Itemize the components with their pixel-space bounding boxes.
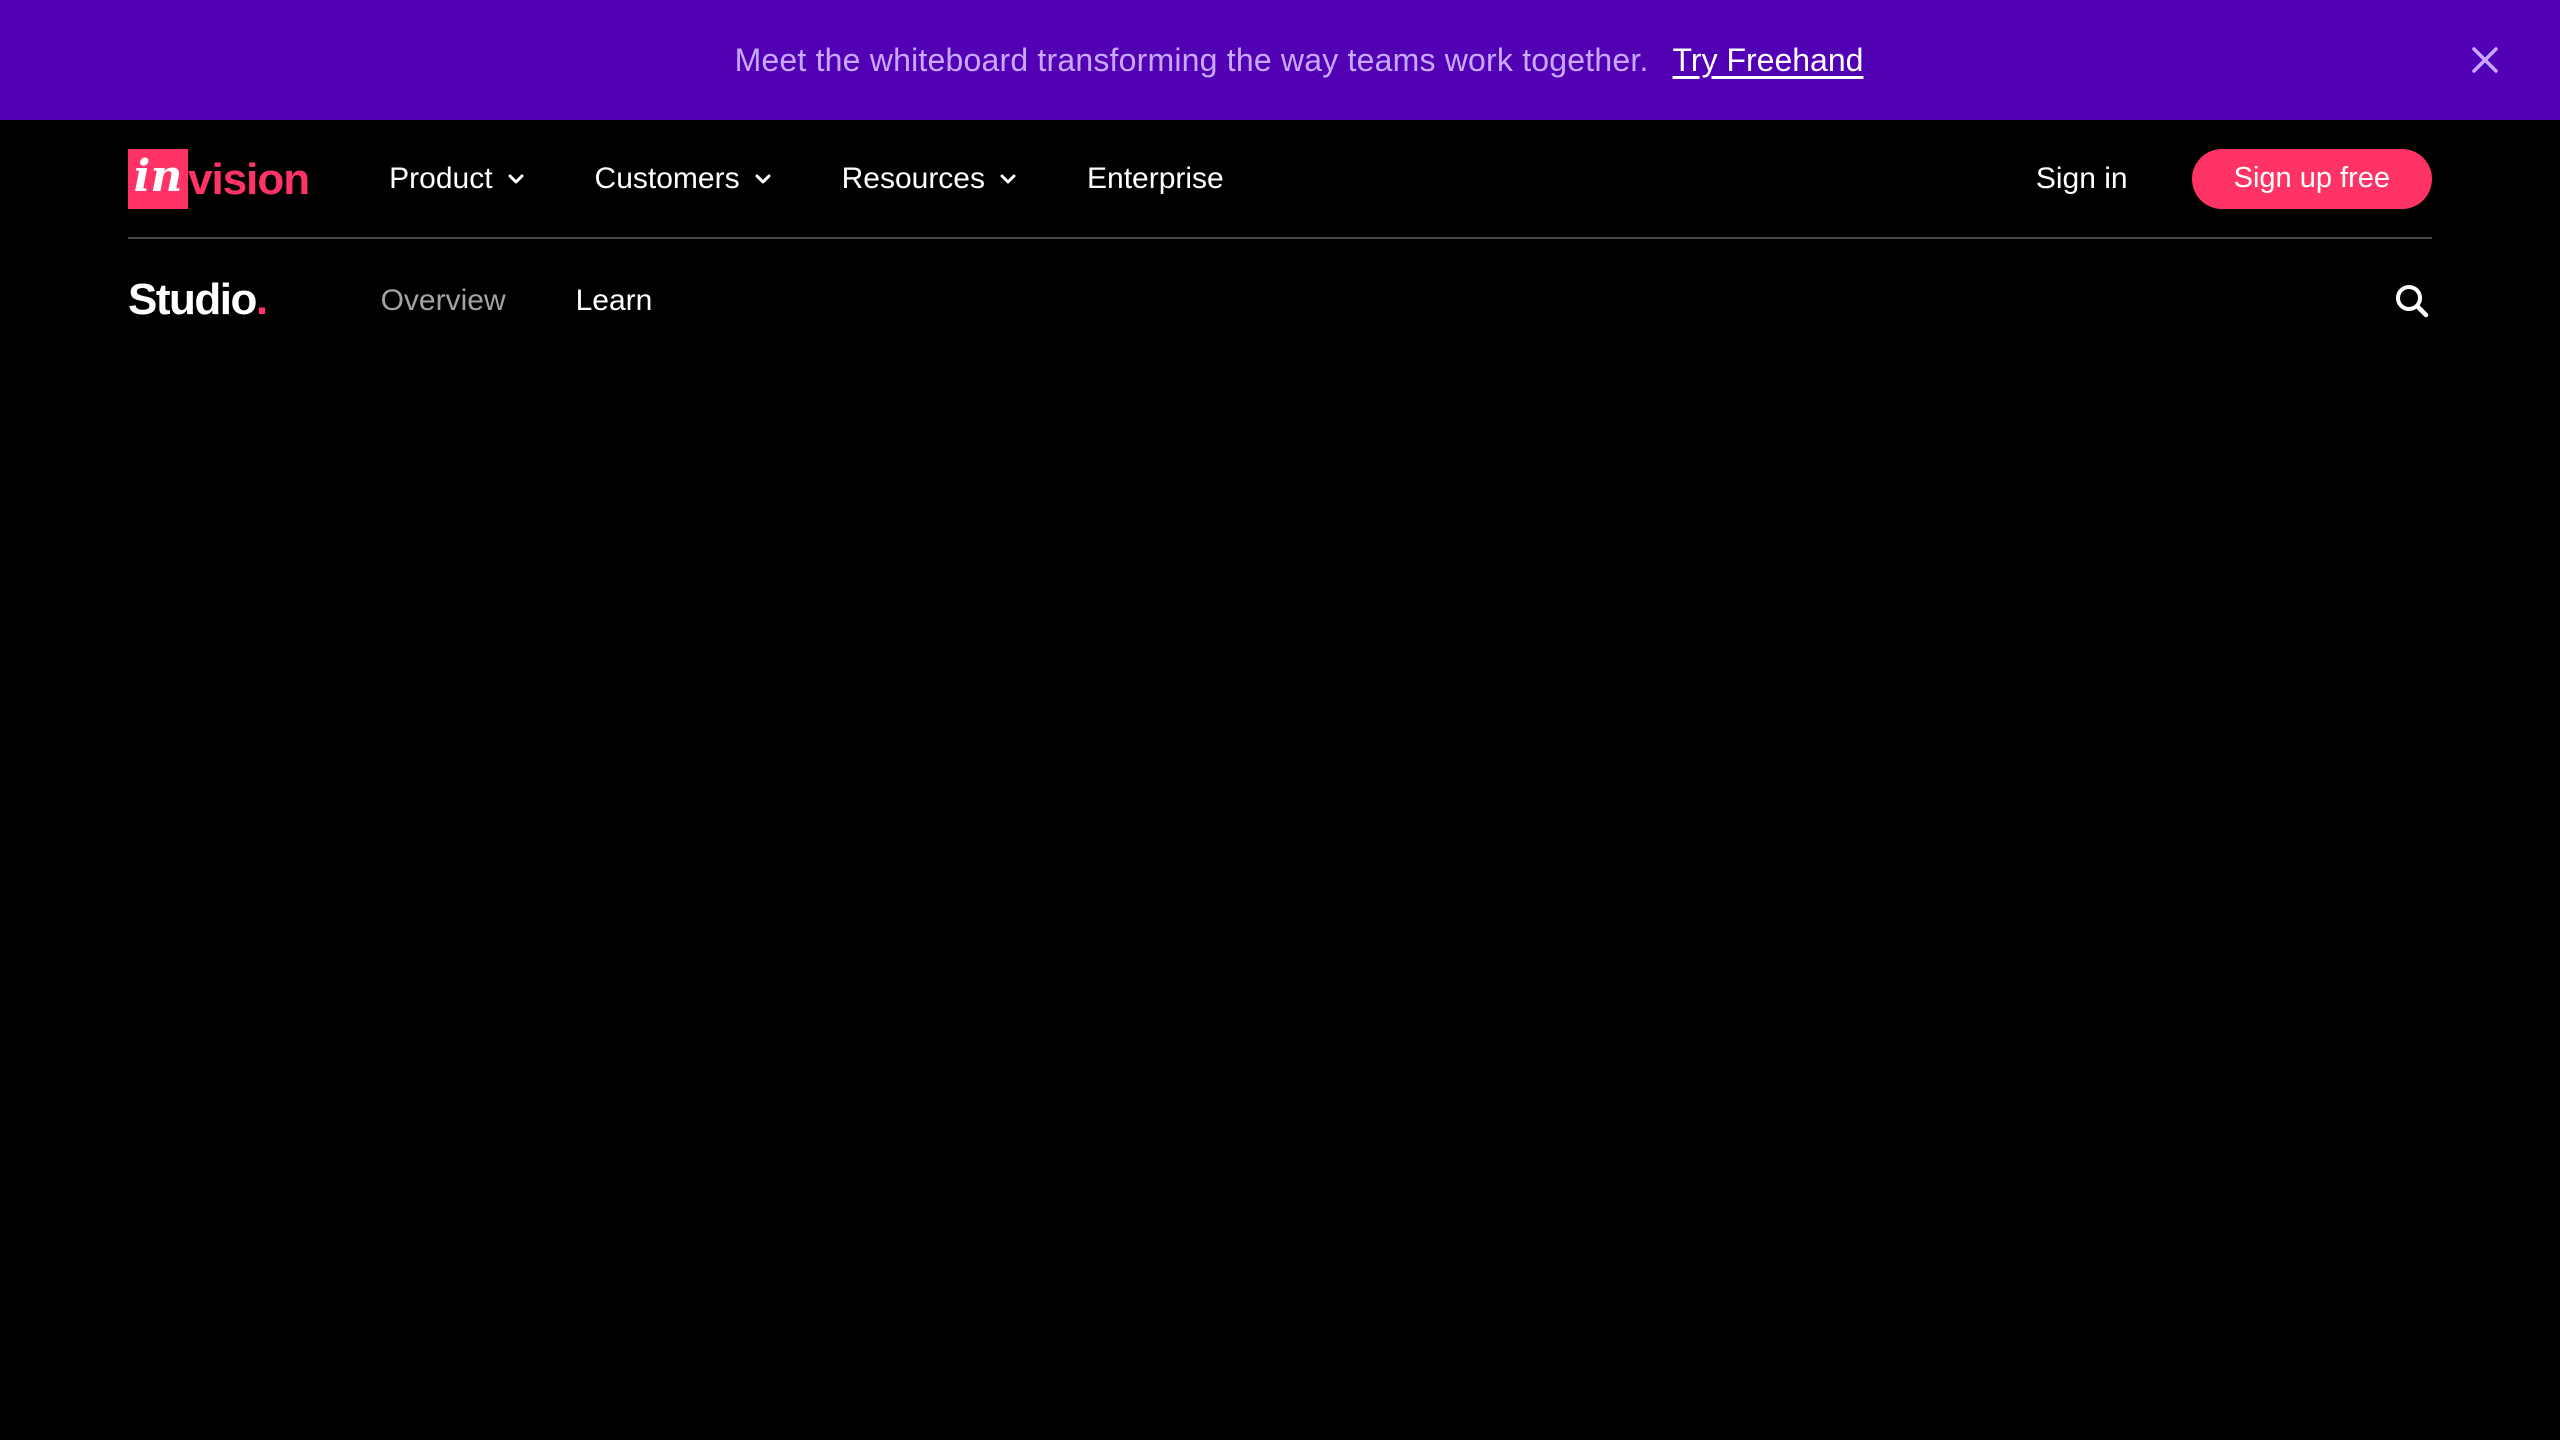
invision-logo[interactable]: in vision [128, 148, 310, 209]
subnav-item-learn[interactable]: Learn [576, 284, 653, 318]
nav-item-label: Resources [841, 161, 985, 195]
logo-in-mark: in [128, 148, 188, 209]
nav-item-customers[interactable]: Customers [595, 162, 772, 196]
try-freehand-link[interactable]: Try Freehand [1673, 42, 1864, 79]
nav-item-resources[interactable]: Resources [842, 162, 1017, 196]
promo-banner-content: Meet the whiteboard transforming the way… [735, 42, 1864, 79]
main-nav: Product Customers Resources Enterprise [389, 162, 1224, 196]
main-content [0, 361, 2560, 1440]
sign-up-button[interactable]: Sign up free [2191, 148, 2432, 209]
nav-item-product[interactable]: Product [389, 162, 524, 196]
close-icon[interactable] [2466, 41, 2504, 79]
promo-banner: Meet the whiteboard transforming the way… [0, 0, 2560, 120]
chevron-down-icon [1000, 174, 1016, 183]
chevron-down-icon [508, 174, 524, 183]
studio-logo-text: Studio [128, 275, 257, 324]
studio-subheader: Studio. Overview Learn [128, 241, 2432, 361]
studio-logo-dot: . [255, 275, 268, 324]
nav-item-enterprise[interactable]: Enterprise [1087, 162, 1224, 196]
promo-banner-text: Meet the whiteboard transforming the way… [734, 41, 1649, 78]
studio-logo[interactable]: Studio. [128, 275, 268, 325]
logo-wordmark: vision [188, 154, 310, 204]
studio-nav: Overview Learn [381, 284, 653, 318]
nav-item-label: Product [389, 161, 493, 195]
sign-in-link[interactable]: Sign in [2036, 162, 2128, 196]
main-header: in vision Product Customers Resources En… [128, 120, 2432, 239]
header-actions: Sign in Sign up free [2036, 148, 2432, 209]
nav-item-label: Enterprise [1087, 161, 1224, 195]
search-icon[interactable] [2392, 281, 2432, 321]
subnav-item-overview[interactable]: Overview [381, 284, 506, 318]
chevron-down-icon [755, 174, 771, 183]
nav-item-label: Customers [594, 161, 740, 195]
